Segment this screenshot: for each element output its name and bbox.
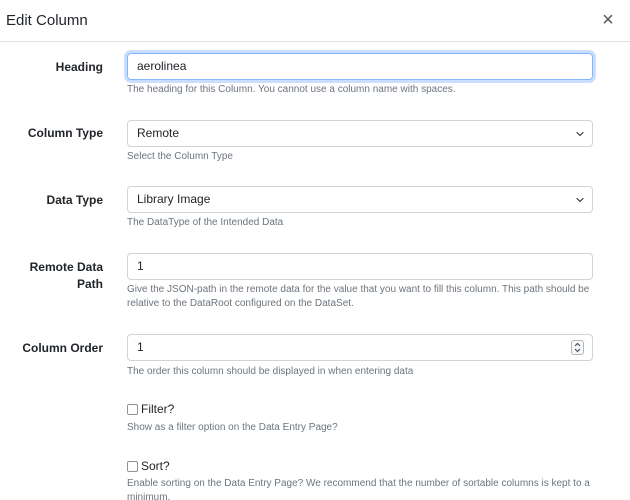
column-type-select[interactable]: Remote [127, 120, 593, 147]
remote-data-path-help: Give the JSON-path in the remote data fo… [127, 283, 597, 311]
sort-checkbox-row: Sort? [127, 458, 170, 474]
heading-label: Heading [55, 60, 103, 74]
chevron-down-icon [576, 197, 584, 203]
heading-help: The heading for this Column. You cannot … [127, 84, 456, 95]
data-type-label: Data Type [46, 193, 103, 207]
modal-title: Edit Column [6, 12, 88, 29]
number-spinner[interactable] [571, 340, 584, 355]
column-type-selected: Remote [137, 126, 180, 140]
remote-data-path-label-line1: Remote Data [29, 260, 103, 274]
remote-data-path-help-line1: Give the JSON-path in the remote data fo… [127, 284, 590, 295]
edit-column-modal: Edit Column × Heading aerolinea The head… [0, 0, 630, 500]
data-type-selected: Library Image [137, 192, 211, 206]
data-type-help: The DataType of the Intended Data [127, 217, 284, 228]
modal-header: Edit Column × [0, 0, 630, 42]
remote-data-path-label-line2: Path [76, 277, 103, 291]
column-type-help: Select the Column Type [127, 151, 233, 162]
remote-data-path-label: Remote Data Path [3, 259, 103, 293]
remote-data-path-input[interactable]: 1 [127, 253, 593, 280]
sort-checkbox[interactable] [127, 460, 138, 472]
sort-help-line1: Enable sorting on the Data Entry Page? W… [127, 478, 590, 489]
filter-label[interactable]: Filter? [141, 401, 174, 417]
chevron-down-icon [576, 131, 584, 137]
column-order-value: 1 [137, 340, 144, 354]
close-button[interactable]: × [598, 9, 618, 31]
heading-input[interactable]: aerolinea [127, 53, 593, 80]
heading-input-value: aerolinea [137, 59, 187, 73]
column-order-label: Column Order [22, 341, 103, 355]
column-order-number-input[interactable]: 1 [127, 334, 593, 361]
spinner-arrows-icon [574, 342, 581, 353]
remote-data-path-help-line2: relative to the DataRoot configured on t… [127, 298, 354, 309]
data-type-select[interactable]: Library Image [127, 186, 593, 213]
remote-data-path-value: 1 [137, 259, 144, 273]
sort-help-line2: minimum. [127, 492, 171, 500]
column-order-help: The order this column should be displaye… [127, 366, 414, 377]
filter-checkbox[interactable] [127, 403, 138, 415]
sort-help: Enable sorting on the Data Entry Page? W… [127, 477, 597, 500]
filter-help: Show as a filter option on the Data Entr… [127, 422, 338, 433]
filter-checkbox-row: Filter? [127, 401, 174, 417]
sort-label[interactable]: Sort? [141, 458, 170, 474]
column-type-label: Column Type [27, 126, 103, 140]
